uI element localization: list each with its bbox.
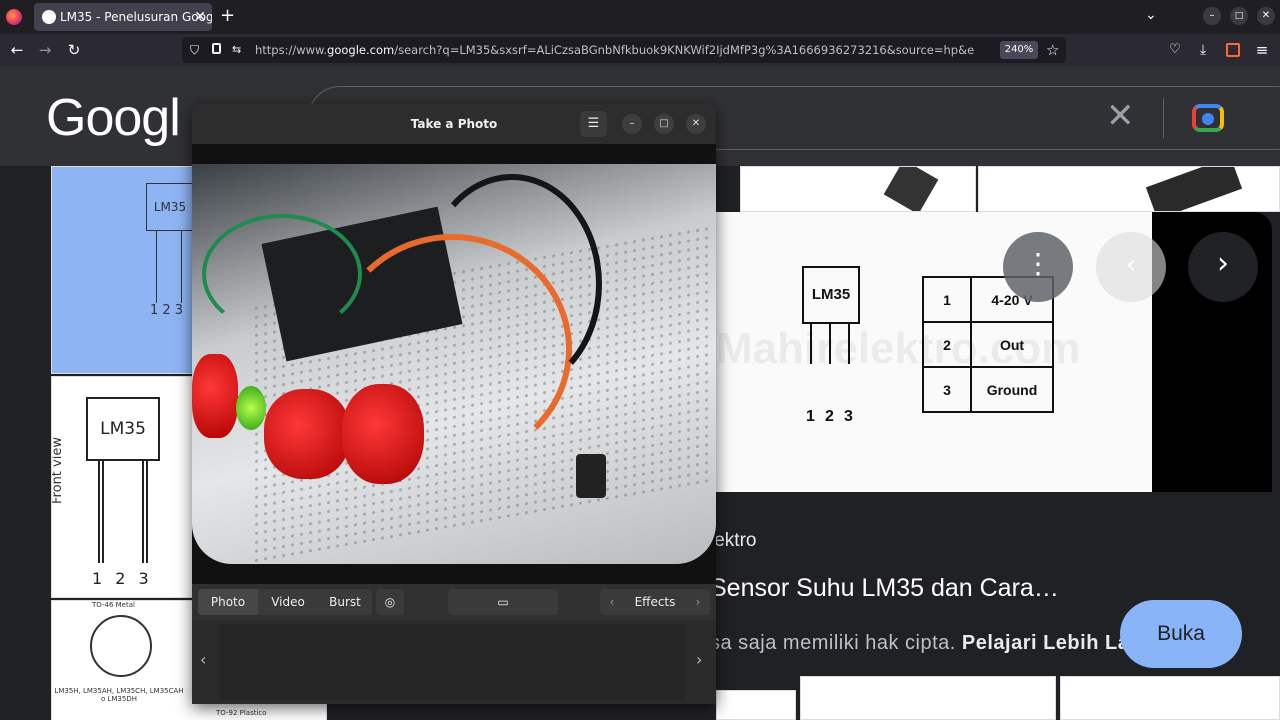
previous-image-button[interactable]: ‹: [1096, 232, 1166, 302]
front-view-label: Front view: [51, 437, 65, 504]
back-arrow-icon[interactable]: ←: [5, 34, 29, 66]
clear-search-icon[interactable]: ✕: [1106, 96, 1135, 136]
browser-nav-bar: ← → ↻ ⛉ ⇆ https://www.google.com/search?…: [0, 34, 1280, 66]
zoom-level-badge[interactable]: 240%: [1000, 41, 1038, 59]
pin-cell: 1: [922, 276, 972, 323]
close-tab-icon[interactable]: ✕: [194, 3, 206, 31]
tab-burst[interactable]: Burst: [318, 589, 372, 615]
red-led-1: [192, 354, 238, 438]
google-logo[interactable]: Googl: [46, 88, 181, 148]
pin-legs: [156, 231, 182, 303]
new-tab-button[interactable]: +: [220, 5, 235, 26]
pin-number-1: 1: [806, 408, 815, 425]
lock-icon[interactable]: [212, 43, 221, 54]
next-image-button[interactable]: ›: [1188, 232, 1258, 302]
gallery-next-icon[interactable]: ›: [696, 650, 702, 669]
effects-next-icon[interactable]: ›: [686, 589, 710, 615]
minimize-button[interactable]: –: [622, 114, 642, 134]
image-result-bottom-2[interactable]: [800, 676, 1056, 720]
browser-tab-bar: LM35 - Penelusuran Goog ✕ + ⌄ – □ ✕: [0, 0, 1280, 34]
image-preview-panel: Mahirelektro.com LM35 1 2 3 1 4-20 V 2 Out…: [716, 212, 1272, 720]
pin-number-2: 2: [825, 408, 834, 425]
result-title[interactable]: Sensor Suhu LM35 dan Cara…: [716, 574, 1059, 603]
pin-leg-3: [848, 324, 850, 364]
pin-leg-2: [829, 324, 831, 364]
image-result-bottom-1[interactable]: [716, 690, 796, 720]
package-label: TO-46 Metal: [92, 601, 135, 609]
tab-video[interactable]: Video: [258, 589, 318, 615]
camera-viewfinder: [192, 144, 716, 584]
package-variants-label: LM35H, LM35AH, LM35CH, LM35CAH o LM35DH: [54, 687, 184, 703]
pin-leg-1: [810, 324, 812, 364]
tab-list-chevron-icon[interactable]: ⌄: [1145, 7, 1157, 23]
tab-google-search[interactable]: LM35 - Penelusuran Goog ✕: [34, 3, 212, 31]
window-titlebar[interactable]: Take a Photo ☰ – □ ✕: [192, 104, 716, 144]
forward-arrow-icon[interactable]: →: [33, 34, 57, 66]
function-cell: Out: [970, 321, 1054, 368]
table-row: 3 Ground: [922, 366, 1054, 413]
green-led: [236, 386, 266, 430]
lm35-package-drawing: LM35: [146, 183, 194, 231]
tab-photo[interactable]: Photo: [198, 589, 258, 615]
function-cell: Ground: [970, 366, 1054, 413]
more-options-button[interactable]: ⋮: [1003, 232, 1073, 302]
preview-image[interactable]: Mahirelektro.com LM35 1 2 3 1 4-20 V 2 Out…: [716, 212, 1152, 492]
pin-label-text: 1 2 3: [150, 303, 184, 318]
hamburger-menu-icon[interactable]: ☰: [580, 111, 607, 137]
extension-icon[interactable]: [1226, 43, 1240, 57]
open-button[interactable]: Buka: [1120, 600, 1242, 668]
tab-title: LM35 - Penelusuran Goog: [60, 10, 212, 24]
reload-icon[interactable]: ↻: [62, 34, 86, 66]
black-wire: [422, 174, 602, 394]
to220-package-drawing: [883, 167, 939, 211]
to46-package-drawing: [90, 615, 152, 677]
downloads-icon[interactable]: ⤓: [1191, 34, 1215, 66]
camera-settings-icon[interactable]: ◎: [376, 589, 404, 615]
close-window-button[interactable]: ✕: [1257, 7, 1275, 25]
lm35-package-drawing: LM35: [86, 397, 160, 461]
gallery-prev-icon[interactable]: ‹: [200, 650, 206, 669]
pin-cell: 2: [922, 321, 972, 368]
pin-cell: 3: [922, 366, 972, 413]
image-result-lm35-front-view[interactable]: LM35 Front view 1 2 3: [51, 376, 196, 598]
permissions-icon[interactable]: ⇆: [232, 37, 241, 63]
lens-dot: [1202, 113, 1214, 125]
maximize-window-button[interactable]: □: [1230, 7, 1248, 25]
take-a-photo-window: Take a Photo ☰ – □ ✕ Photo Video Burst ◎…: [192, 104, 716, 704]
gallery-area: [220, 624, 686, 700]
lm35-sensor: [576, 454, 606, 498]
pin-legs: [98, 461, 148, 563]
image-result-bottom-3[interactable]: [1060, 676, 1280, 720]
red-led-2: [264, 389, 350, 479]
photo-gallery-strip: ‹ ›: [192, 620, 716, 704]
google-favicon-icon: [42, 10, 56, 24]
firefox-view-icon[interactable]: [6, 9, 22, 25]
image-result-lm35-blue[interactable]: LM35 1 2 3: [51, 166, 196, 374]
minimize-window-button[interactable]: –: [1203, 7, 1221, 25]
url-text: https://www.google.com/search?q=LM35&sxs…: [255, 43, 975, 57]
bookmark-star-icon[interactable]: ☆: [1046, 37, 1059, 63]
close-button[interactable]: ✕: [686, 114, 706, 134]
effects-prev-icon[interactable]: ‹: [600, 589, 624, 615]
camera-toolbar: Photo Video Burst ◎ ▭ ‹ Effects ›: [192, 584, 716, 620]
tracking-shield-icon[interactable]: ⛉: [190, 37, 199, 63]
package-label: TO-92 Plastico: [216, 709, 267, 717]
maximize-button[interactable]: □: [654, 114, 674, 134]
copyright-note: sa saja memiliki hak cipta. Pelajari Leb…: [716, 632, 1168, 654]
capture-button[interactable]: ▭: [448, 589, 558, 615]
table-row: 2 Out: [922, 321, 1054, 368]
effects-button[interactable]: Effects: [624, 589, 686, 615]
image-result-transistor-1[interactable]: [740, 166, 976, 212]
source-site-name[interactable]: lektro: [716, 530, 756, 552]
lm35-chip-drawing: LM35: [802, 266, 860, 324]
image-result-sensor-module[interactable]: [978, 166, 1280, 212]
pin-number-3: 3: [844, 408, 853, 425]
pin-label-text: 1 2 3: [92, 569, 153, 588]
green-wire: [202, 214, 362, 334]
search-divider: [1163, 98, 1164, 138]
url-bar[interactable]: ⛉ ⇆ https://www.google.com/search?q=LM35…: [182, 37, 1066, 63]
app-menu-icon[interactable]: ≡: [1250, 34, 1274, 66]
sensor-module-drawing: [1145, 167, 1243, 211]
pocket-icon[interactable]: ♡: [1163, 34, 1187, 66]
